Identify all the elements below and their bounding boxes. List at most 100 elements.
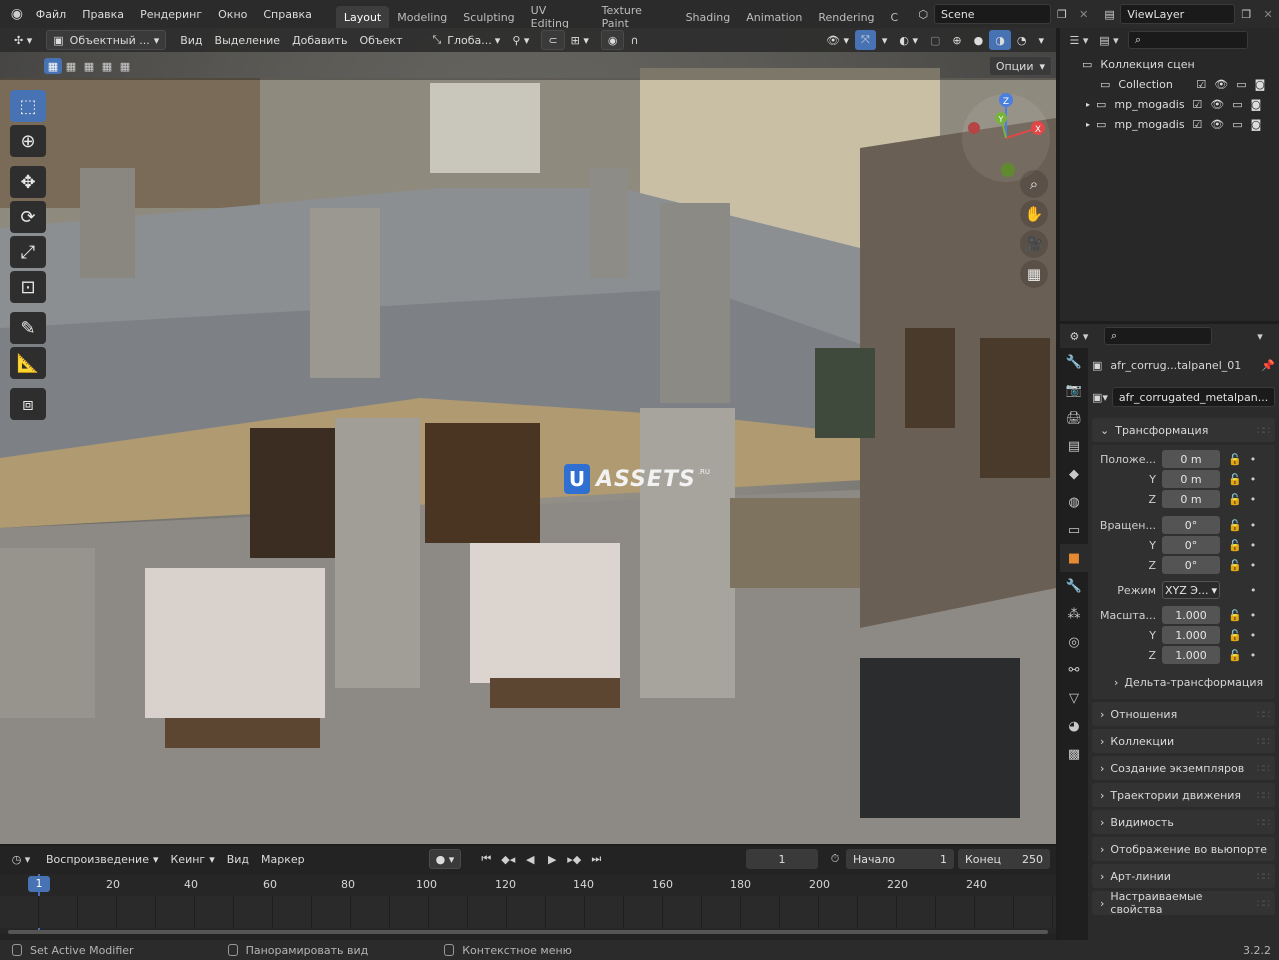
keyframe-dot-icon[interactable]: • [1250,453,1257,466]
play-icon[interactable]: ▶ [541,849,563,869]
lock-icon[interactable]: 🔓 [1228,649,1242,662]
next-keyframe-icon[interactable]: ▸◆ [563,849,585,869]
scale-tool-icon[interactable]: ⤢ [10,236,46,268]
menu-view[interactable]: Вид [174,30,208,50]
lock-icon[interactable]: 🔓 [1228,609,1242,622]
drag-handle-icon[interactable]: ∷∷ [1257,789,1270,802]
options-button[interactable]: Опции ▾ [988,56,1052,76]
move-tool-icon[interactable]: ✥ [10,166,46,198]
menu-file[interactable]: Файл [28,0,74,28]
keyframe-dot-icon[interactable]: • [1250,649,1257,662]
new-scene-icon[interactable]: ❐ [1051,4,1073,24]
tool-tab-icon[interactable]: 🔧 [1060,348,1088,376]
menu-add[interactable]: Добавить [286,30,353,50]
collection-tab-icon[interactable]: ▭ [1060,516,1088,544]
panel-custom-properties[interactable]: › Настраиваемые свойства ∷∷ [1092,890,1275,916]
menu-marker[interactable]: Маркер [255,849,311,869]
close-scene-icon[interactable]: ✕ [1073,4,1095,24]
drag-handle-icon[interactable]: ∷∷ [1257,897,1270,910]
location-z-field[interactable]: 0 m [1162,490,1220,508]
location-y-field[interactable]: 0 m [1162,470,1220,488]
add-cube-tool-icon[interactable]: ⧈ [10,388,46,420]
select-box-tool-icon[interactable]: ⬚ [10,90,46,122]
keyframe-dot-icon[interactable]: • [1250,519,1257,532]
eye-icon[interactable]: 👁 [1214,78,1228,91]
xray-icon[interactable]: ▢ [924,30,946,50]
camera-icon[interactable]: 🎥 [1020,230,1048,258]
jump-end-icon[interactable]: ⏭ [585,849,607,869]
mesh-icon[interactable]: ▣▾ [1092,391,1108,404]
rotation-y-field[interactable]: 0° [1162,536,1220,554]
new-view-layer-icon[interactable]: ❐ [1235,4,1257,24]
timeline-editor-icon[interactable]: ◷ ▾ [10,849,32,869]
monitor-icon[interactable]: ▭ [1236,78,1246,91]
object-name[interactable]: afr_corrug...talpanel_01 [1110,359,1241,372]
menu-object[interactable]: Объект [353,30,408,50]
tab-sculpting[interactable]: Sculpting [455,6,522,28]
cursor-tool-icon[interactable]: ⊕ [10,125,46,157]
snap-icon[interactable]: ⊂ [541,30,565,50]
material-shading-icon[interactable]: ◑ [989,30,1011,50]
select-intersect-icon[interactable]: ▦ [116,58,134,74]
blender-logo-icon[interactable]: ◉ [6,4,28,24]
tab-shading[interactable]: Shading [678,6,739,28]
panel-line-art[interactable]: › Арт-линии ∷∷ [1092,864,1275,888]
solid-shading-icon[interactable]: ● [968,30,990,50]
texture-tab-icon[interactable]: ▩ [1060,740,1088,768]
keyframe-dot-icon[interactable]: • [1250,629,1257,642]
end-frame-field[interactable]: Конец 250 [958,849,1050,869]
mode-selector[interactable]: ▣ Объектный ... ▾ [46,30,167,50]
world-tab-icon[interactable]: ◍ [1060,488,1088,516]
drag-handle-icon[interactable]: ∷∷ [1257,762,1270,775]
outliner-item[interactable]: ▭ Collection ☑ 👁 ▭ ◙ [1060,74,1279,94]
menu-keying[interactable]: Кеинг ▾ [165,849,221,869]
outliner-editor-icon[interactable]: ☰ ▾ [1068,30,1090,50]
visibility-icon[interactable]: 👁 ▾ [820,30,855,50]
scene-icon[interactable]: ⬡ [912,4,934,24]
menu-render[interactable]: Рендеринг [132,0,210,28]
properties-options-icon[interactable]: ▾ [1249,326,1271,346]
tab-layout[interactable]: Layout [335,6,390,28]
eye-icon[interactable]: 👁 [1210,118,1224,131]
playhead-frame-badge[interactable]: 1 [28,876,50,892]
3d-viewport[interactable]: U ASSETS .RU ✣ ▾ ▣ Объектный ... ▾ Вид В… [0,28,1056,844]
scene-selector[interactable]: Scene [934,4,1052,24]
transform-panel-header[interactable]: ⌄ Трансформация ∷∷ [1092,418,1275,442]
monitor-icon[interactable]: ▭ [1232,118,1242,131]
start-frame-field[interactable]: Начало 1 [846,849,954,869]
checkbox-icon[interactable]: ☑ [1196,78,1206,91]
display-mode-icon[interactable]: ▤ ▾ [1098,30,1120,50]
play-reverse-icon[interactable]: ◀ [519,849,541,869]
jump-start-icon[interactable]: ⏮ [475,849,497,869]
mesh-name-field[interactable]: afr_corrugated_metalpan... [1111,387,1276,407]
current-frame-field[interactable]: 1 [746,849,818,869]
drag-handle-icon[interactable]: ∷∷ [1257,424,1270,437]
drag-handle-icon[interactable]: ∷∷ [1257,708,1270,721]
expand-arrow-icon[interactable]: ▸ [1086,100,1090,109]
gizmo-toggle-icon[interactable]: ⤧ [855,30,876,50]
annotate-tool-icon[interactable]: ✎ [10,312,46,344]
pan-hand-icon[interactable]: ✋ [1020,200,1048,228]
render-camera-icon[interactable]: ◙ [1251,118,1262,131]
output-tab-icon[interactable]: 🖨 [1060,404,1088,432]
select-invert-icon[interactable]: ▦ [98,58,116,74]
outliner-scene-collection[interactable]: ▭ Коллекция сцен [1060,54,1279,74]
measure-tool-icon[interactable]: 📐 [10,347,46,379]
record-button-icon[interactable]: ● ▾ [428,849,462,869]
keyframe-dot-icon[interactable]: • [1250,539,1257,552]
lock-icon[interactable]: 🔓 [1228,453,1242,466]
zoom-icon[interactable]: ⌕ [1020,170,1048,198]
view-layer-selector[interactable]: ViewLayer [1120,4,1236,24]
outliner-item[interactable]: ▸ ▭ mp_mogadish ☑ 👁 ▭ ◙ [1060,114,1279,134]
properties-editor-icon[interactable]: ⚙ ▾ [1068,326,1090,346]
keyframe-dot-icon[interactable]: • [1250,559,1257,572]
falloff-icon[interactable]: ∩ [624,30,644,50]
drag-handle-icon[interactable]: ∷∷ [1257,870,1270,883]
eye-icon[interactable]: 👁 [1210,98,1224,111]
tab-uv-editing[interactable]: UV Editing [523,4,594,30]
menu-playback[interactable]: Воспроизведение ▾ [40,849,165,869]
tab-texture-paint[interactable]: Texture Paint [594,4,678,30]
checkbox-icon[interactable]: ☑ [1192,118,1202,131]
editor-type-icon[interactable]: ✣ ▾ [8,30,38,50]
transform-orientation[interactable]: ⤡ Глоба... ▾ [426,30,506,50]
